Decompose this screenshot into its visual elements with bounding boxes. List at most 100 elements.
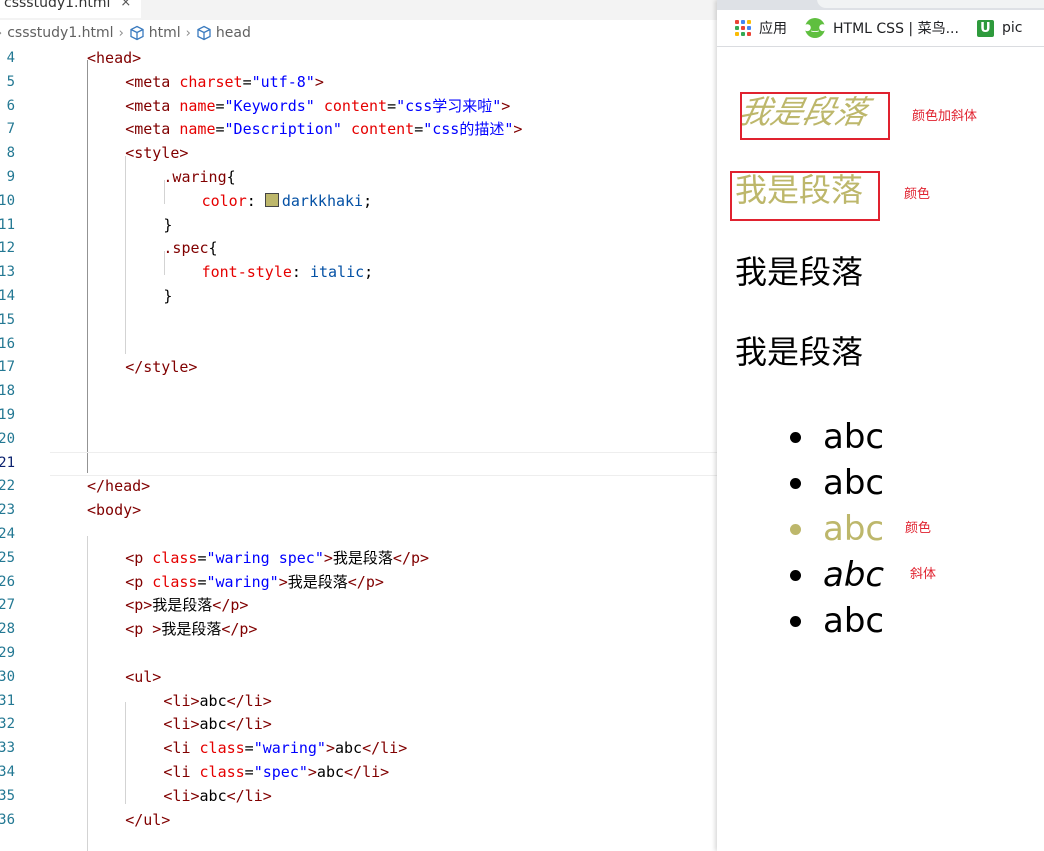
code-line[interactable]: 35 <li>abc</li> xyxy=(0,785,717,809)
line-number: 23 xyxy=(0,502,15,519)
code-token: <body> xyxy=(87,501,142,520)
code-token: 我是段落 xyxy=(287,572,348,591)
breadcrumb: › cssstudy1.html › html › head xyxy=(0,21,717,45)
code-token: <li> xyxy=(163,715,200,734)
current-line-highlight xyxy=(50,451,717,476)
code-line[interactable]: 7 <meta name="Description" content="css的描… xyxy=(0,118,717,142)
bookmark-pic[interactable]: U pic xyxy=(976,19,1022,37)
line-number: 29 xyxy=(0,645,15,661)
code-line[interactable]: 14} xyxy=(0,285,717,309)
code-text: <style> xyxy=(125,142,188,166)
chevron-right-icon: › xyxy=(118,25,124,41)
code-line[interactable]: 32 <li>abc</li> xyxy=(0,713,717,737)
code-token: abc xyxy=(316,763,345,781)
code-line[interactable]: 24 xyxy=(0,523,717,547)
code-text: } xyxy=(163,214,172,238)
breadcrumb-item-head[interactable]: head xyxy=(196,25,251,41)
code-token: </ul> xyxy=(125,810,171,829)
code-token: .waring xyxy=(163,168,227,186)
browser-window: 应用 ●‿● HTML CSS | 菜鸟... U pic 我是段落 颜色加斜体我… xyxy=(717,0,1044,851)
code-line[interactable]: 16 xyxy=(0,333,717,357)
code-line[interactable]: 17 </style> xyxy=(0,356,717,380)
code-line[interactable]: 26 <p class="waring">我是段落</p> xyxy=(0,571,717,595)
code-line[interactable]: 18 xyxy=(0,380,717,404)
chevron-right-icon: › xyxy=(0,26,2,41)
code-line[interactable]: 28 <p >我是段落</p> xyxy=(0,618,717,642)
code-text: <body> xyxy=(87,499,141,523)
bullet-icon xyxy=(790,524,801,535)
code-token: = xyxy=(244,763,254,781)
code-line[interactable]: 25 <p class="waring spec">我是段落</p> xyxy=(0,547,717,571)
color-swatch-icon[interactable] xyxy=(264,192,279,207)
code-line[interactable]: 23 <body> xyxy=(0,499,717,523)
code-token: <p > xyxy=(125,620,162,639)
code-line[interactable]: 19 xyxy=(0,404,717,428)
code-token: class xyxy=(199,739,245,758)
code-token: .spec xyxy=(163,239,209,258)
code-line[interactable]: 20 xyxy=(0,428,717,452)
code-line[interactable]: 29 xyxy=(0,642,717,666)
code-token: = xyxy=(387,96,397,115)
code-line[interactable]: 13 font-style: italic; xyxy=(0,261,717,285)
line-number: 9 xyxy=(6,169,15,185)
code-token: : xyxy=(291,263,310,282)
code-line[interactable]: 33 <li class="waring">abc</li> xyxy=(0,737,717,761)
code-line[interactable]: 31 <li>abc</li> xyxy=(0,690,717,714)
breadcrumb-item-file[interactable]: cssstudy1.html xyxy=(7,25,113,41)
code-token: <meta xyxy=(125,120,180,139)
code-line[interactable]: 9 .waring{ xyxy=(0,166,717,190)
code-line[interactable]: 34 <li class="spec">abc</li> xyxy=(0,761,717,785)
code-area[interactable]: 4 <head> 5 <meta charset="utf-8"> 6 <meta nam… xyxy=(0,45,717,851)
line-number: 34 xyxy=(0,764,15,780)
line-number: 31 xyxy=(0,692,15,709)
bookmark-runoob[interactable]: ●‿● HTML CSS | 菜鸟... xyxy=(803,18,959,38)
code-line[interactable]: 4 <head> xyxy=(0,47,717,71)
code-token: "Keywords" xyxy=(224,96,315,115)
code-text: <li class="spec">abc</li> xyxy=(163,761,389,785)
code-token: charset xyxy=(179,72,243,91)
code-token: } xyxy=(163,215,173,234)
code-token: </p> xyxy=(392,548,430,567)
line-number: 25 xyxy=(0,549,15,566)
bookmark-apps[interactable]: 应用 xyxy=(735,18,787,38)
code-text: <meta name="Description" content="css的描述… xyxy=(125,118,522,142)
code-editor: cssstudy1.html × › cssstudy1.html › html… xyxy=(0,0,717,851)
line-number: 21 xyxy=(0,454,15,471)
code-line[interactable]: 12 .spec{ xyxy=(0,237,717,261)
apps-grid-icon xyxy=(735,20,751,36)
line-number: 32 xyxy=(0,716,15,733)
code-token: 我是段落 xyxy=(161,620,222,639)
code-line[interactable]: 22 </head> xyxy=(0,475,717,499)
code-token: "css的描述" xyxy=(423,120,514,139)
code-token: class xyxy=(152,572,198,591)
code-text: <p class="waring">我是段落</p> xyxy=(125,571,384,595)
annotation-label: 颜色 xyxy=(904,187,931,202)
close-icon[interactable]: × xyxy=(120,0,131,12)
breadcrumb-item-html[interactable]: html xyxy=(129,25,181,41)
code-token: "css学习来啦" xyxy=(396,96,502,115)
code-token: <p> xyxy=(125,596,153,615)
code-text: <ul> xyxy=(125,666,161,690)
pic-icon: U xyxy=(976,19,994,37)
code-line[interactable]: 15 xyxy=(0,309,717,333)
code-token: abc xyxy=(199,786,227,805)
code-line[interactable]: 5 <meta charset="utf-8"> xyxy=(0,71,717,95)
line-number: 19 xyxy=(0,407,15,423)
code-line[interactable]: 30 <ul> xyxy=(0,666,717,690)
code-line[interactable]: 21 xyxy=(0,451,717,476)
paragraph: 我是段落 xyxy=(735,333,864,371)
code-token: name xyxy=(179,96,216,115)
editor-tab[interactable]: cssstudy1.html × xyxy=(0,0,142,18)
code-token: <p xyxy=(125,572,153,591)
bookmarks-bar: 应用 ●‿● HTML CSS | 菜鸟... U pic xyxy=(717,10,1044,47)
code-text: <meta name="Keywords" content="css学习来啦"> xyxy=(125,95,510,119)
code-line[interactable]: 36 </ul> xyxy=(0,809,717,833)
code-line[interactable]: 10 color: darkkhaki; xyxy=(0,190,717,214)
code-line[interactable]: 8 <style> xyxy=(0,142,717,166)
code-line[interactable]: 27 <p>我是段落</p> xyxy=(0,594,717,618)
code-text: } xyxy=(163,285,172,309)
code-token: > xyxy=(513,120,523,139)
code-line[interactable]: 6 <meta name="Keywords" content="css学习来啦"… xyxy=(0,95,717,119)
code-line[interactable]: 11} xyxy=(0,214,717,238)
